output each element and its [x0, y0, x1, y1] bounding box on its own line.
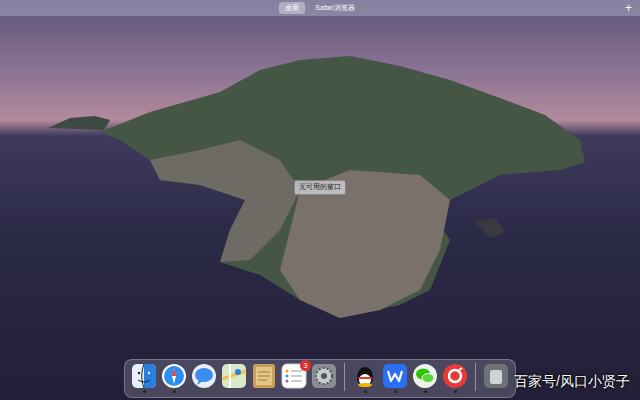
dock-separator [475, 363, 476, 391]
spaces-bar: 桌面 Safari浏览器 + [0, 0, 640, 16]
settings-icon[interactable] [311, 363, 337, 389]
dock-item[interactable] [131, 363, 157, 393]
messages-icon[interactable] [191, 363, 217, 389]
dock-item[interactable] [191, 363, 217, 393]
desktop-area: 无可用的窗口 [0, 16, 640, 359]
safari-icon[interactable] [161, 363, 187, 389]
dock-item[interactable] [442, 363, 468, 393]
watermark: 百家号/风口小贤子 [514, 371, 630, 392]
dock-item[interactable] [382, 363, 408, 393]
qq-icon[interactable] [352, 363, 378, 389]
dock-item[interactable] [352, 363, 378, 393]
finder-icon[interactable] [131, 363, 157, 389]
dock-item[interactable] [483, 363, 509, 393]
dock-item[interactable] [412, 363, 438, 393]
running-indicator [364, 390, 367, 393]
dock-item[interactable] [251, 363, 277, 393]
running-indicator [394, 390, 397, 393]
empty-label: 无可用的窗口 [294, 180, 346, 195]
space-tab[interactable]: Safari浏览器 [309, 2, 360, 14]
space-tab[interactable]: 桌面 [279, 2, 305, 14]
dock-item[interactable]: 3 [281, 363, 307, 393]
dock-separator [344, 363, 345, 391]
running-indicator [454, 390, 457, 393]
maps-icon[interactable] [221, 363, 247, 389]
app-icon[interactable] [442, 363, 468, 389]
dock-item[interactable] [161, 363, 187, 393]
wallpaper [0, 0, 640, 400]
dock-badge: 3 [300, 360, 311, 371]
desktop: 桌面 Safari浏览器 + 无可用的窗口 3 百家号/风口小贤子 [0, 0, 640, 400]
running-indicator [173, 390, 176, 393]
dock: 3 [124, 359, 516, 398]
trash-icon[interactable] [483, 363, 509, 389]
running-indicator [143, 390, 146, 393]
wechat-icon[interactable] [412, 363, 438, 389]
dock-item[interactable] [311, 363, 337, 393]
add-space-button[interactable]: + [625, 0, 632, 16]
running-indicator [424, 390, 427, 393]
dock-item[interactable] [221, 363, 247, 393]
notes-icon[interactable] [251, 363, 277, 389]
wps-icon[interactable] [382, 363, 408, 389]
